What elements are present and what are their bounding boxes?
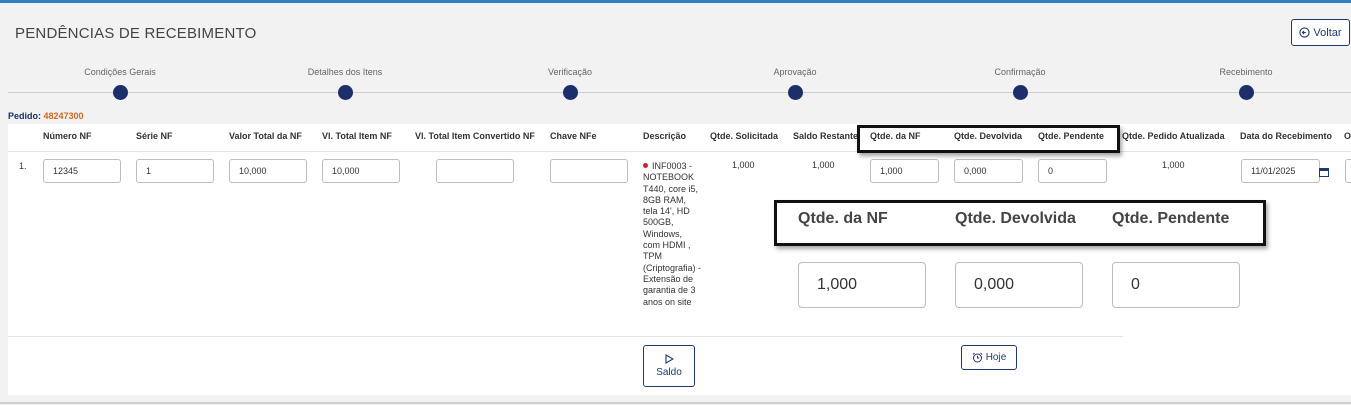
step-dot bbox=[1012, 85, 1028, 100]
qtde-devolvida-input[interactable]: 0,000 bbox=[954, 159, 1023, 183]
item-description-text: INF0003 - NOTEBOOK T440, core i5, 8GB RA… bbox=[643, 161, 702, 307]
saldo-button[interactable]: Saldo bbox=[643, 345, 695, 387]
col-header-vl-total-convertido: Vl. Total Item Convertido NF bbox=[415, 131, 535, 141]
page-title: PENDÊNCIAS DE RECEBIMENTO bbox=[15, 25, 257, 42]
step-dot bbox=[1238, 85, 1254, 100]
numero-nf-input[interactable]: 12345 bbox=[43, 159, 121, 183]
bottom-divider bbox=[0, 402, 1351, 404]
col-header-numero-nf: Número NF bbox=[43, 131, 92, 141]
hoje-button[interactable]: Hoje bbox=[961, 345, 1017, 370]
valor-total-nf-input[interactable]: 10,000 bbox=[229, 159, 307, 183]
top-accent-bar bbox=[0, 0, 1351, 3]
col-header-data-recebimento: Data do Recebimento bbox=[1240, 131, 1333, 141]
saldo-restante-value: 1,000 bbox=[812, 160, 835, 170]
status-dot bbox=[643, 163, 648, 168]
step-dot bbox=[787, 85, 803, 100]
alarm-clock-icon bbox=[972, 352, 983, 363]
step-label: Verificação bbox=[547, 67, 593, 77]
step-label: Detalhes dos Itens bbox=[307, 67, 383, 77]
col-header-qtde-solicitada: Qtde. Solicitada bbox=[710, 131, 779, 141]
col-header-chave-nfe: Chave NFe bbox=[550, 131, 597, 141]
col-header-serie-nf: Série NF bbox=[136, 131, 173, 141]
item-description: INF0003 - NOTEBOOK T440, core i5, 8GB RA… bbox=[643, 161, 701, 308]
step-label: Condições Gerais bbox=[84, 67, 156, 77]
vl-total-convertido-input[interactable] bbox=[436, 159, 514, 183]
qtde-solicitada-value: 1,000 bbox=[732, 160, 755, 170]
qtde-nf-input[interactable]: 1,000 bbox=[870, 159, 939, 183]
step-dot bbox=[337, 85, 353, 100]
back-button[interactable]: Voltar bbox=[1291, 19, 1350, 46]
step-dot bbox=[562, 85, 578, 100]
step-label: Recebimento bbox=[1219, 67, 1273, 77]
col-header-descricao: Descrição bbox=[643, 131, 687, 141]
step-dot bbox=[112, 85, 128, 100]
step-detalhes-itens[interactable]: Detalhes dos Itens bbox=[265, 64, 425, 100]
qtde-pedido-atualizada-value: 1,000 bbox=[1162, 160, 1185, 170]
hoje-button-label: Hoje bbox=[985, 352, 1007, 363]
pedido-label: Pedido: bbox=[8, 111, 41, 121]
zoom-qtde-pendente-input[interactable]: 0 bbox=[1112, 262, 1240, 308]
col-header-valor-total-nf: Valor Total da NF bbox=[229, 131, 302, 141]
stepper-line bbox=[8, 92, 1351, 93]
step-aprovacao[interactable]: Aprovação bbox=[715, 64, 875, 100]
zoom-qtde-devolvida-input[interactable]: 0,000 bbox=[955, 262, 1083, 308]
zoom-qtde-nf-input[interactable]: 1,000 bbox=[798, 262, 926, 308]
saldo-button-label: Saldo bbox=[656, 367, 682, 378]
header-divider bbox=[8, 151, 1351, 152]
col-header-overflow: O bbox=[1344, 131, 1351, 141]
col-header-saldo-restante: Saldo Restante bbox=[793, 131, 859, 141]
chave-nfe-input[interactable] bbox=[550, 159, 628, 183]
data-recebimento-input[interactable]: 11/01/2025 bbox=[1241, 159, 1320, 183]
step-recebimento[interactable]: Recebimento bbox=[1166, 64, 1326, 100]
step-confirmacao[interactable]: Confirmação bbox=[940, 64, 1100, 100]
overflow-input[interactable] bbox=[1345, 159, 1351, 183]
col-header-vl-total-item-nf: Vl. Total Item NF bbox=[322, 131, 392, 141]
serie-nf-input[interactable]: 1 bbox=[136, 159, 214, 183]
row-index: 1. bbox=[19, 161, 27, 171]
header-highlight-box bbox=[857, 125, 1120, 153]
qtde-pendente-input[interactable]: 0 bbox=[1038, 159, 1107, 183]
progress-stepper: Condições Gerais Detalhes dos Itens Veri… bbox=[0, 64, 1351, 104]
row-divider bbox=[8, 336, 1123, 337]
col-header-qtde-pedido-atualizada: Qtde. Pedido Atualizada bbox=[1122, 131, 1225, 141]
zoom-highlight-box bbox=[774, 200, 1266, 246]
step-label: Aprovação bbox=[773, 67, 817, 77]
step-verificacao[interactable]: Verificação bbox=[490, 64, 650, 100]
play-icon bbox=[664, 354, 674, 364]
arrow-left-circle-icon bbox=[1299, 27, 1311, 38]
step-condicoes-gerais[interactable]: Condições Gerais bbox=[40, 64, 200, 100]
vl-total-item-nf-input[interactable]: 10,000 bbox=[322, 159, 400, 183]
pedido-info: Pedido: 48247300 bbox=[8, 111, 84, 121]
step-label: Confirmação bbox=[994, 67, 1046, 77]
pedido-number: 48247300 bbox=[43, 111, 84, 121]
back-button-label: Voltar bbox=[1313, 26, 1342, 39]
calendar-icon[interactable] bbox=[1319, 167, 1329, 177]
